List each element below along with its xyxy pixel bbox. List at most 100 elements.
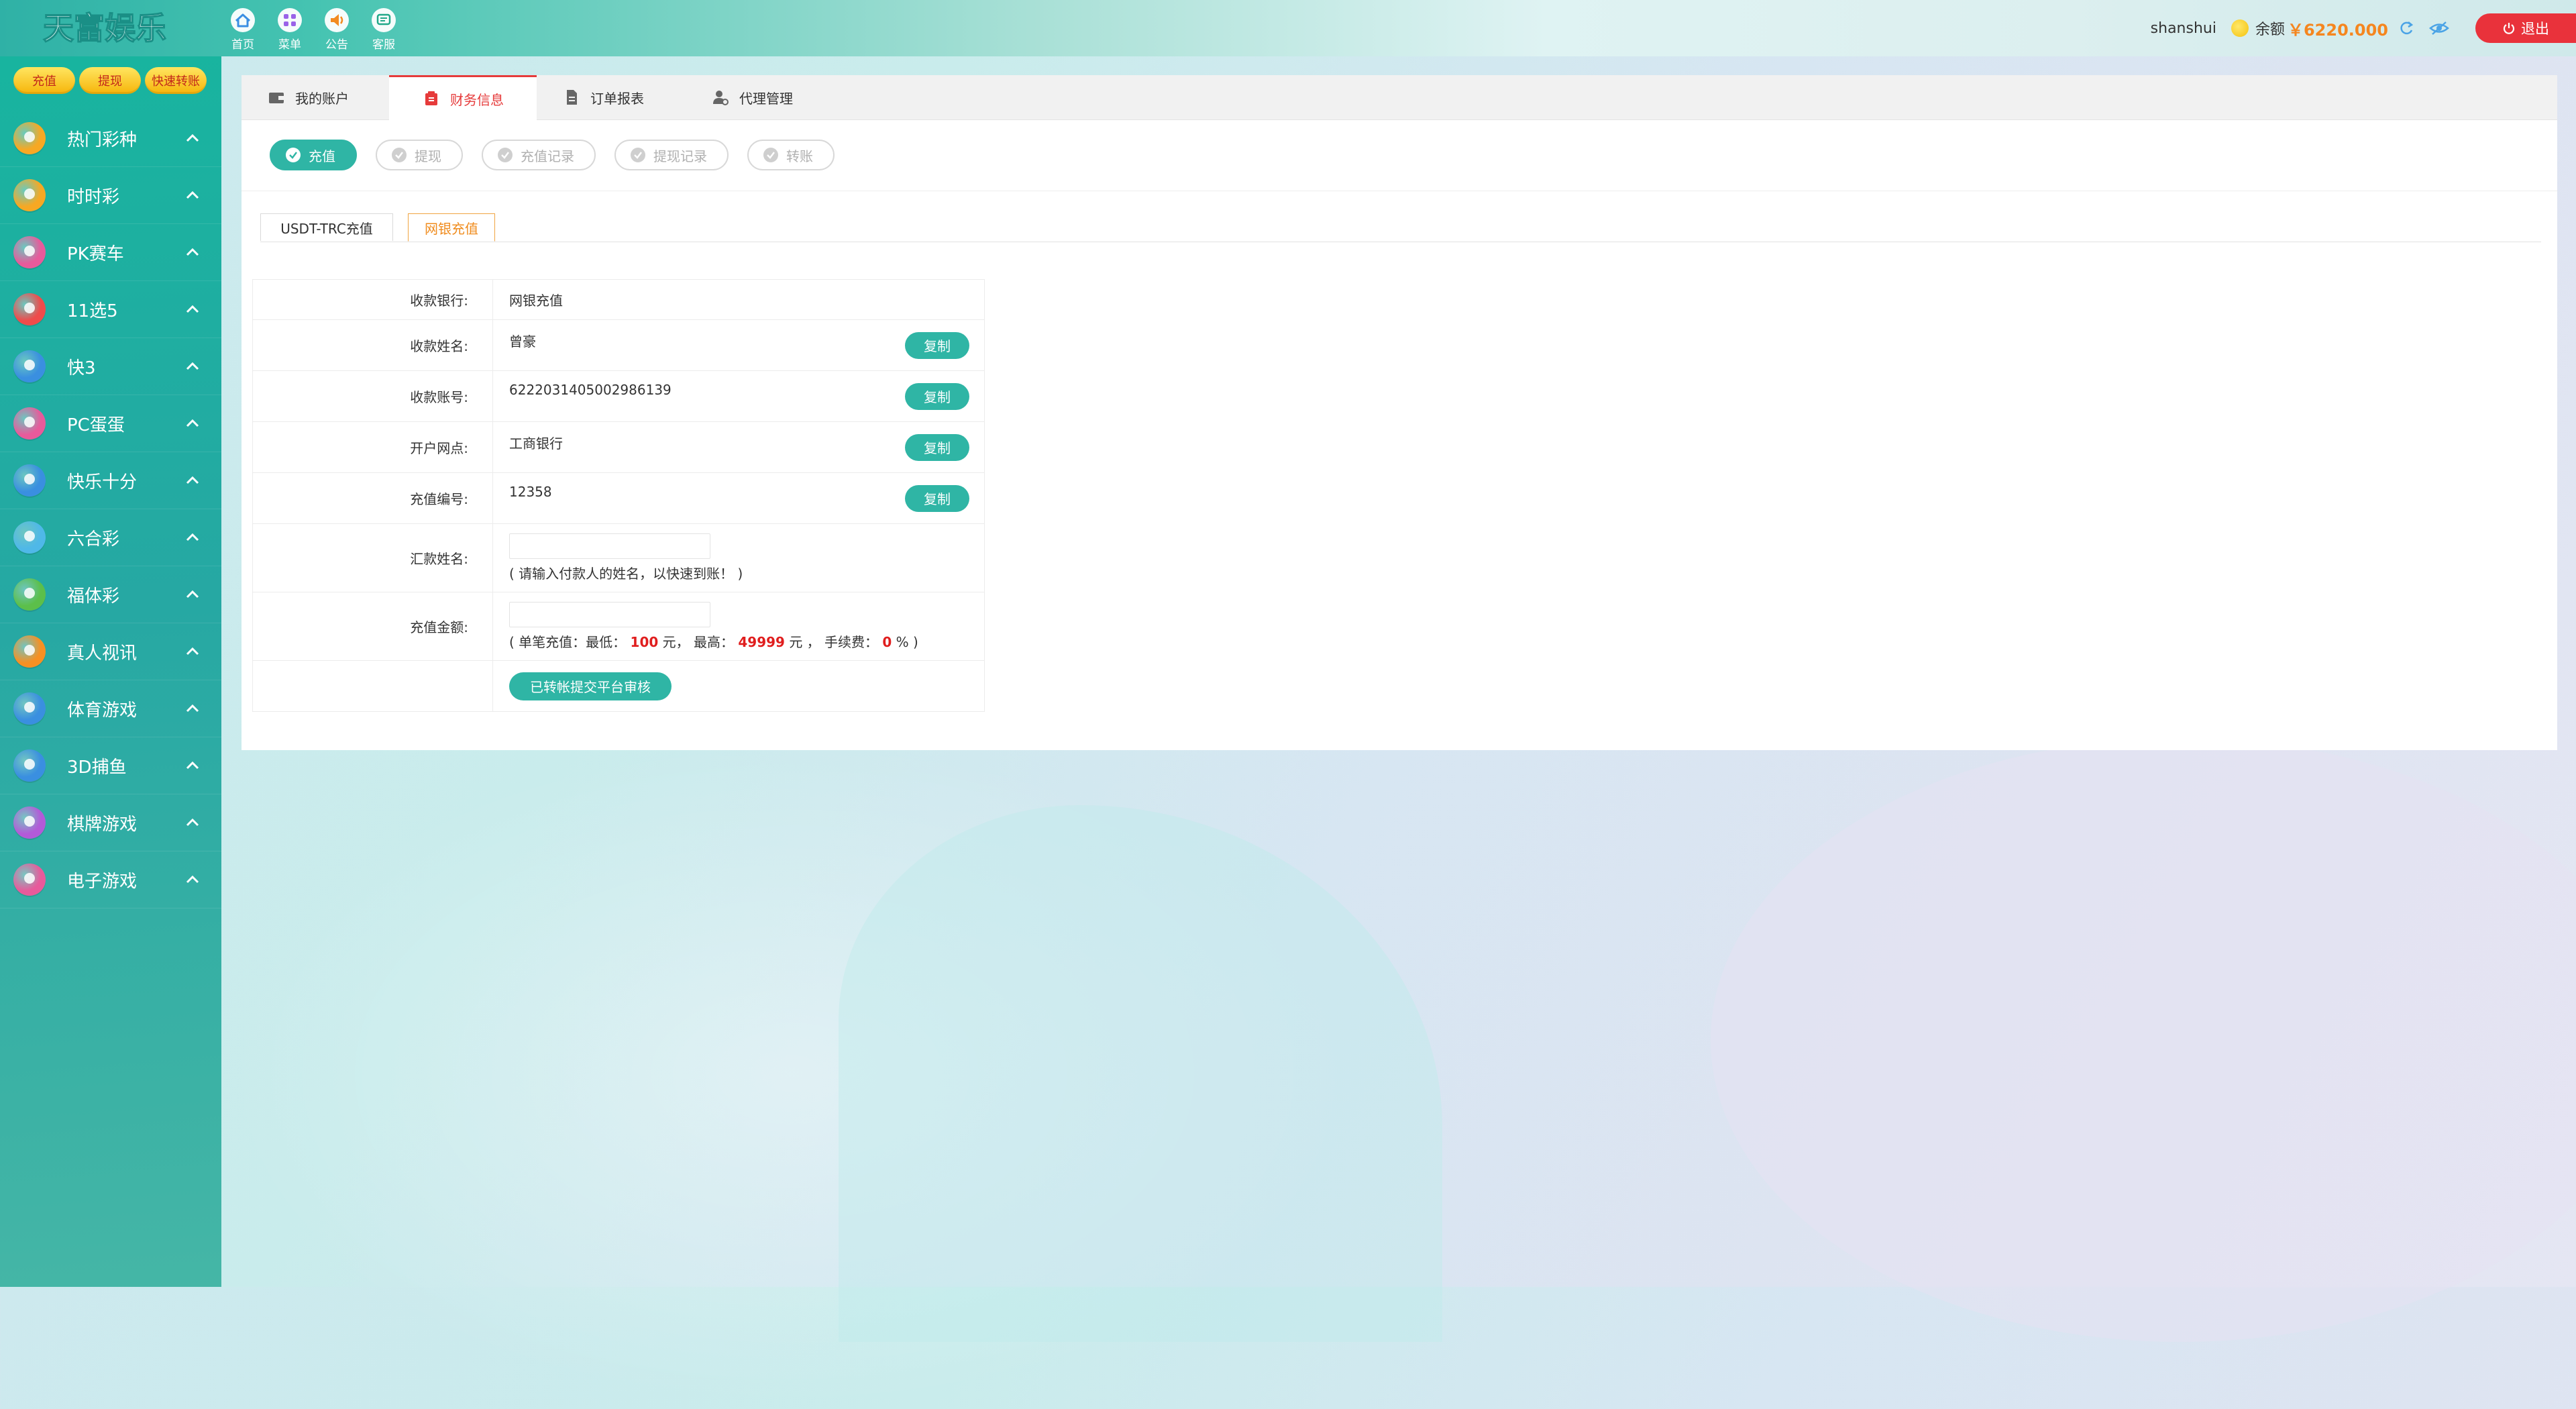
submit-cell: 已转帐提交平台审核 bbox=[492, 660, 985, 712]
user-area: shanshui 余额 ￥6220.000 退出 bbox=[2151, 13, 2576, 43]
sidebar-category-item[interactable]: 棋牌游戏 bbox=[0, 794, 221, 851]
method-usdt-trc[interactable]: USDT-TRC充值 bbox=[260, 213, 393, 241]
chevron-up-icon bbox=[186, 875, 199, 884]
check-icon bbox=[498, 148, 513, 162]
nav-menu-label: 菜单 bbox=[278, 38, 301, 52]
agent-icon bbox=[713, 91, 729, 105]
deposit-quick-button[interactable]: 充值 bbox=[13, 67, 75, 94]
subtab-withdraw-records[interactable]: 提现记录 bbox=[614, 140, 729, 170]
nav-service-label: 客服 bbox=[372, 38, 395, 52]
form-row-payer: 汇款姓名: ( 请输入付款人的姓名，以快速到账！ ) bbox=[252, 523, 985, 592]
amount-input[interactable] bbox=[509, 602, 710, 627]
payer-name-cell: ( 请输入付款人的姓名，以快速到账！ ) bbox=[492, 523, 985, 592]
chevron-up-icon bbox=[186, 476, 199, 484]
power-icon bbox=[2503, 23, 2515, 34]
sidebar-category-item[interactable]: 3D捕鱼 bbox=[0, 737, 221, 794]
refresh-icon[interactable] bbox=[2398, 19, 2415, 37]
copy-code-button[interactable]: 复制 bbox=[905, 484, 969, 512]
sidebar-category-item[interactable]: 时时彩 bbox=[0, 167, 221, 224]
tab-my-account[interactable]: 我的账户 bbox=[267, 75, 388, 119]
sidebar-category-item[interactable]: 真人视讯 bbox=[0, 623, 221, 680]
sidebar-category-label: 热门彩种 bbox=[67, 129, 138, 150]
tab-label: 我的账户 bbox=[295, 90, 349, 107]
coin-icon bbox=[2231, 19, 2249, 37]
chevron-up-icon bbox=[186, 818, 199, 827]
subtab-label: 提现 bbox=[415, 148, 441, 164]
category-list: 热门彩种时时彩 PK赛车 11选5 快3 PC蛋蛋 快乐十分 六合彩 福体彩 真人视讯体育游戏 3… bbox=[0, 110, 221, 908]
payer-name-input[interactable] bbox=[509, 533, 710, 559]
lottery-ball-icon bbox=[13, 806, 46, 839]
subtab-withdraw[interactable]: 提现 bbox=[376, 140, 463, 170]
sidebar-category-item[interactable]: 11选5 bbox=[0, 281, 221, 338]
lottery-ball-icon bbox=[13, 122, 46, 154]
chevron-up-icon bbox=[186, 590, 199, 598]
logo[interactable]: 天富娱乐 bbox=[40, 4, 188, 51]
eye-hidden-icon[interactable] bbox=[2428, 19, 2450, 37]
lottery-ball-icon bbox=[13, 692, 46, 725]
sidebar-category-item[interactable]: 六合彩 bbox=[0, 509, 221, 566]
payee-name-label: 收款姓名: bbox=[252, 319, 493, 371]
nav-service[interactable]: 客服 bbox=[368, 7, 400, 52]
sidebar-category-item[interactable]: 快3 bbox=[0, 338, 221, 395]
chevron-up-icon bbox=[186, 419, 199, 427]
sidebar-category-item[interactable]: 福体彩 bbox=[0, 566, 221, 623]
sidebar-category-item[interactable]: 体育游戏 bbox=[0, 680, 221, 737]
nav-home[interactable]: 首页 bbox=[227, 7, 259, 52]
sidebar-category-item[interactable]: 电子游戏 bbox=[0, 851, 221, 908]
balance-label: 余额 bbox=[2255, 21, 2285, 38]
tab-agent[interactable]: 代理管理 bbox=[711, 75, 832, 119]
nav-notice[interactable]: 公告 bbox=[321, 7, 353, 52]
payer-name-hint: ( 请输入付款人的姓名，以快速到账！ ) bbox=[509, 566, 743, 582]
logout-button[interactable]: 退出 bbox=[2475, 13, 2576, 43]
empty-cell bbox=[252, 660, 493, 712]
method-online-banking[interactable]: 网银充值 bbox=[408, 213, 495, 242]
speaker-icon bbox=[325, 8, 349, 32]
amount-hint-mid1: 元， 最高： bbox=[662, 634, 734, 650]
deposit-code-value: 12358 bbox=[509, 484, 552, 500]
withdraw-quick-button[interactable]: 提现 bbox=[79, 67, 141, 94]
sidebar: 充值 提现 快速转账 热门彩种时时彩 PK赛车 11选5 快3 PC蛋蛋 快乐十分 六合彩福… bbox=[0, 56, 221, 1287]
lottery-ball-icon bbox=[13, 407, 46, 439]
tab-finance[interactable]: 财务信息 bbox=[389, 75, 537, 120]
lottery-ball-icon bbox=[13, 236, 46, 268]
lottery-ball-icon bbox=[13, 293, 46, 325]
main-panel: 我的账户 财务信息 订单报表 代理管理 充值 提现 充值记录 提现记录 转账 U… bbox=[241, 75, 2557, 750]
quick-transfer-button[interactable]: 快速转账 bbox=[145, 67, 207, 94]
sidebar-category-label: 时时彩 bbox=[67, 187, 120, 207]
nav-menu[interactable]: 菜单 bbox=[274, 7, 306, 52]
sidebar-category-label: 11选5 bbox=[67, 301, 118, 321]
tab-label: 财务信息 bbox=[450, 91, 504, 108]
fee-value: 0 bbox=[882, 634, 892, 650]
subtab-deposit-records[interactable]: 充值记录 bbox=[482, 140, 596, 170]
account-cell: 6222031405002986139 复制 bbox=[492, 370, 985, 422]
copy-name-button[interactable]: 复制 bbox=[905, 331, 969, 359]
deposit-code-cell: 12358 复制 bbox=[492, 472, 985, 524]
lottery-ball-icon bbox=[13, 864, 46, 896]
svg-text:天富娱乐: 天富娱乐 bbox=[43, 10, 166, 46]
tab-label: 订单报表 bbox=[590, 90, 644, 107]
background-shape bbox=[839, 805, 1442, 1342]
sidebar-category-item[interactable]: PK赛车 bbox=[0, 224, 221, 281]
submit-transfer-button[interactable]: 已转帐提交平台审核 bbox=[509, 672, 672, 700]
sidebar-category-label: 体育游戏 bbox=[67, 700, 138, 721]
subtab-deposit[interactable]: 充值 bbox=[270, 140, 357, 170]
check-icon bbox=[392, 148, 407, 162]
sidebar-category-label: 3D捕鱼 bbox=[67, 757, 127, 778]
sidebar-category-item[interactable]: 热门彩种 bbox=[0, 110, 221, 167]
sidebar-category-label: 棋牌游戏 bbox=[67, 814, 138, 835]
lottery-ball-icon bbox=[13, 578, 46, 611]
form-row-bank: 收款银行: 网银充值 bbox=[252, 279, 985, 320]
subtab-transfer[interactable]: 转账 bbox=[747, 140, 835, 170]
check-icon bbox=[631, 148, 645, 162]
copy-branch-button[interactable]: 复制 bbox=[905, 433, 969, 461]
chevron-up-icon bbox=[186, 647, 199, 656]
sidebar-category-item[interactable]: PC蛋蛋 bbox=[0, 395, 221, 452]
top-bar: 天富娱乐 首页 菜单 公告 客服 shanshui 余额 ￥6220.000 退… bbox=[0, 0, 2576, 56]
sidebar-category-item[interactable]: 快乐十分 bbox=[0, 452, 221, 509]
copy-account-button[interactable]: 复制 bbox=[905, 382, 969, 410]
tab-order-report[interactable]: 订单报表 bbox=[562, 75, 683, 119]
amount-hint-suffix: % ) bbox=[896, 634, 918, 650]
payee-name-value: 曾豪 bbox=[509, 333, 536, 350]
amount-hint-mid2: 元 ， 手续费： bbox=[789, 634, 879, 650]
chevron-up-icon bbox=[186, 533, 199, 541]
